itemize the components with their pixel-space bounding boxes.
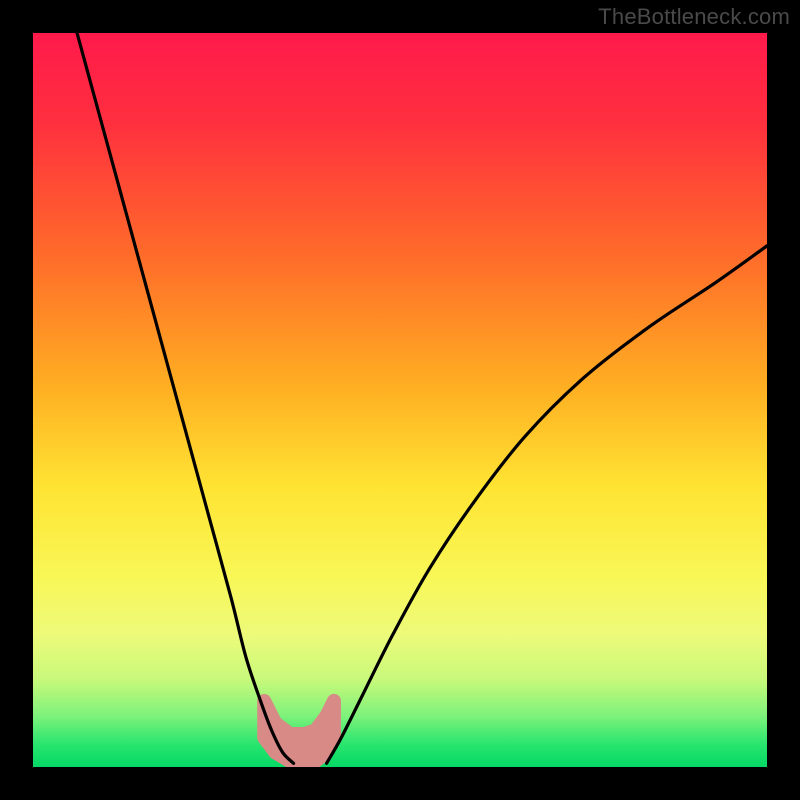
gradient-background <box>33 33 767 767</box>
watermark-text: TheBottleneck.com <box>598 4 790 30</box>
plot-area <box>33 33 767 767</box>
chart-canvas: TheBottleneck.com <box>0 0 800 800</box>
plot-svg <box>33 33 767 767</box>
